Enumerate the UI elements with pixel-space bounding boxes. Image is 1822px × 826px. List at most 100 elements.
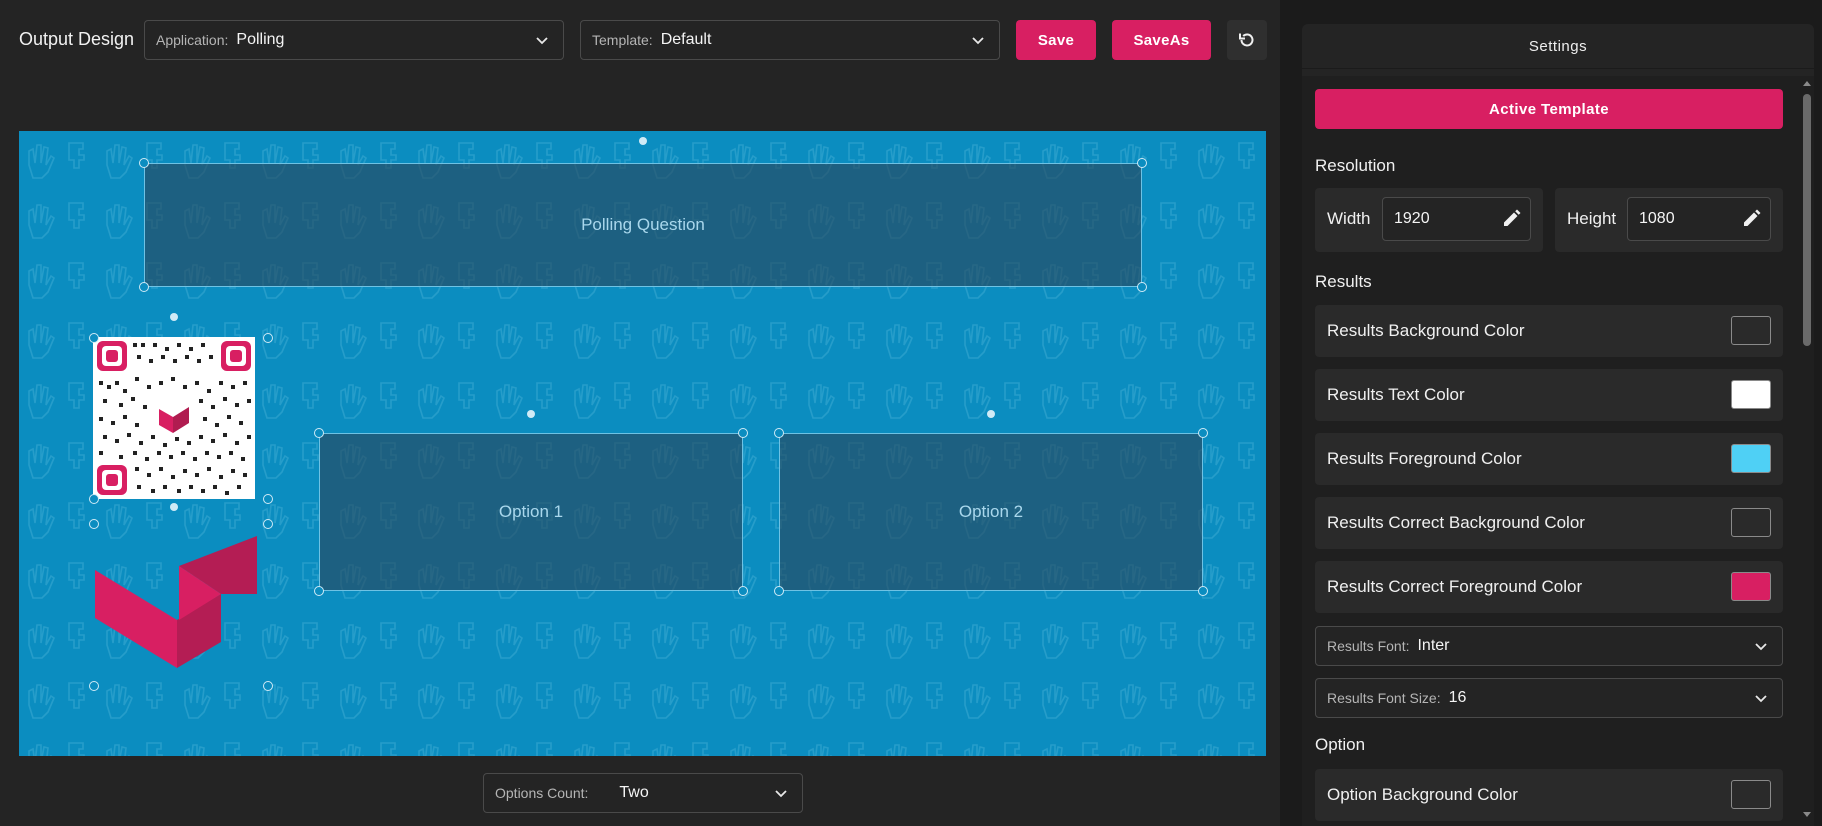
results-font-size-select[interactable]: Results Font Size: 16 (1315, 678, 1783, 718)
toolbar: Output Design Application: Polling Templ… (0, 0, 1280, 80)
results-font-size-value: 16 (1448, 689, 1467, 706)
chevron-down-icon (775, 790, 787, 798)
results-font-select[interactable]: Results Font: Inter (1315, 626, 1783, 666)
save-button[interactable]: Save (1016, 20, 1096, 60)
results-text-color-row: Results Text Color (1315, 369, 1783, 421)
color-swatch[interactable] (1731, 508, 1771, 537)
brand-logo[interactable] (95, 536, 263, 676)
resize-handle[interactable] (263, 681, 273, 691)
rotate-handle[interactable] (639, 137, 647, 145)
scroll-up-icon[interactable] (1803, 80, 1811, 88)
width-label: Width (1327, 209, 1371, 228)
resize-handle[interactable] (774, 586, 784, 596)
settings-body[interactable]: Active Template Resolution Width 1920 He… (1302, 76, 1814, 826)
resize-handle[interactable] (314, 586, 324, 596)
pencil-icon[interactable] (1501, 209, 1521, 229)
resize-handle[interactable] (774, 428, 784, 438)
results-background-color-row: Results Background Color (1315, 305, 1783, 357)
template-select-label: Template: (592, 32, 653, 48)
color-row-label: Results Correct Background Color (1327, 513, 1585, 532)
rotate-handle[interactable] (170, 313, 178, 321)
resize-handle[interactable] (139, 282, 149, 292)
chevron-down-icon (1755, 643, 1767, 651)
color-row-label: Results Background Color (1327, 321, 1525, 340)
resize-handle[interactable] (738, 428, 748, 438)
color-swatch[interactable] (1731, 380, 1771, 409)
resize-handle[interactable] (89, 333, 99, 343)
options-count-value: Two (619, 784, 649, 801)
saveas-button[interactable]: SaveAs (1112, 20, 1211, 60)
rotate-handle[interactable] (527, 410, 535, 418)
results-font-label: Results Font: (1327, 638, 1410, 654)
width-card: Width 1920 (1315, 188, 1543, 252)
editor-panel: Output Design Application: Polling Templ… (0, 0, 1280, 826)
pencil-icon[interactable] (1741, 209, 1761, 229)
option-heading: Option (1315, 735, 1366, 754)
application-select-value: Polling (236, 31, 285, 48)
resolution-heading: Resolution (1315, 156, 1396, 175)
design-canvas[interactable]: Polling Question Option 1 Option 2 (19, 131, 1266, 756)
color-swatch[interactable] (1731, 572, 1771, 601)
color-row-label: Results Text Color (1327, 385, 1465, 404)
color-swatch[interactable] (1731, 316, 1771, 345)
template-select[interactable]: Template: Default (580, 20, 1000, 60)
resize-handle[interactable] (1137, 158, 1147, 168)
height-value: 1080 (1639, 210, 1675, 227)
rotate-handle[interactable] (170, 503, 178, 511)
active-template-button[interactable]: Active Template (1315, 89, 1783, 129)
chevron-down-icon (536, 37, 548, 45)
results-font-value: Inter (1417, 637, 1450, 654)
settings-panel: Settings Active Template Resolution Widt… (1302, 24, 1814, 826)
height-label: Height (1567, 209, 1617, 228)
reset-button[interactable] (1227, 20, 1267, 60)
rotate-ccw-icon (1239, 33, 1254, 47)
resize-handle[interactable] (1198, 428, 1208, 438)
resize-handle[interactable] (89, 494, 99, 504)
scroll-down-icon[interactable] (1803, 810, 1811, 818)
height-input[interactable]: 1080 (1627, 197, 1771, 241)
resize-handle[interactable] (89, 519, 99, 529)
resize-handle[interactable] (1137, 282, 1147, 292)
rotate-handle[interactable] (987, 410, 995, 418)
options-count-label: Options Count: (495, 785, 589, 801)
resize-handle[interactable] (89, 681, 99, 691)
chevron-down-icon (972, 37, 984, 45)
option-background-color-row: Option Background Color (1315, 769, 1783, 821)
results-correct-background-color-row: Results Correct Background Color (1315, 497, 1783, 549)
color-swatch[interactable] (1731, 780, 1771, 809)
height-card: Height 1080 (1555, 188, 1783, 252)
template-select-value: Default (660, 31, 712, 48)
chevron-down-icon (1755, 695, 1767, 703)
resize-handle[interactable] (263, 519, 273, 529)
results-foreground-color-row: Results Foreground Color (1315, 433, 1783, 485)
option-1-label: Option 1 (498, 502, 564, 521)
resize-handle[interactable] (139, 158, 149, 168)
options-count-select[interactable]: Options Count: Two (483, 773, 803, 813)
option-2-box[interactable]: Option 2 (779, 433, 1203, 591)
results-font-size-label: Results Font Size: (1327, 690, 1441, 706)
option-2-label: Option 2 (958, 502, 1024, 521)
results-correct-foreground-color-row: Results Correct Foreground Color (1315, 561, 1783, 613)
application-select[interactable]: Application: Polling (144, 20, 564, 60)
color-row-label: Results Correct Foreground Color (1327, 577, 1583, 596)
width-input[interactable]: 1920 (1382, 197, 1531, 241)
polling-question-label: Polling Question (581, 215, 705, 234)
scroll-thumb[interactable] (1803, 94, 1811, 346)
resize-handle[interactable] (263, 494, 273, 504)
resize-handle[interactable] (1198, 586, 1208, 596)
application-select-label: Application: (156, 32, 229, 48)
settings-title: Settings (1302, 24, 1814, 69)
color-swatch[interactable] (1731, 444, 1771, 473)
color-row-label: Option Background Color (1327, 785, 1518, 804)
qr-code-image[interactable] (93, 337, 255, 499)
results-heading: Results (1315, 272, 1372, 291)
polling-question-box[interactable]: Polling Question (144, 163, 1142, 287)
resize-handle[interactable] (263, 333, 273, 343)
width-value: 1920 (1394, 210, 1430, 227)
settings-scrollbar[interactable] (1800, 76, 1814, 826)
resize-handle[interactable] (738, 586, 748, 596)
resize-handle[interactable] (314, 428, 324, 438)
page-title: Output Design (19, 29, 135, 49)
option-1-box[interactable]: Option 1 (319, 433, 743, 591)
color-row-label: Results Foreground Color (1327, 449, 1522, 468)
